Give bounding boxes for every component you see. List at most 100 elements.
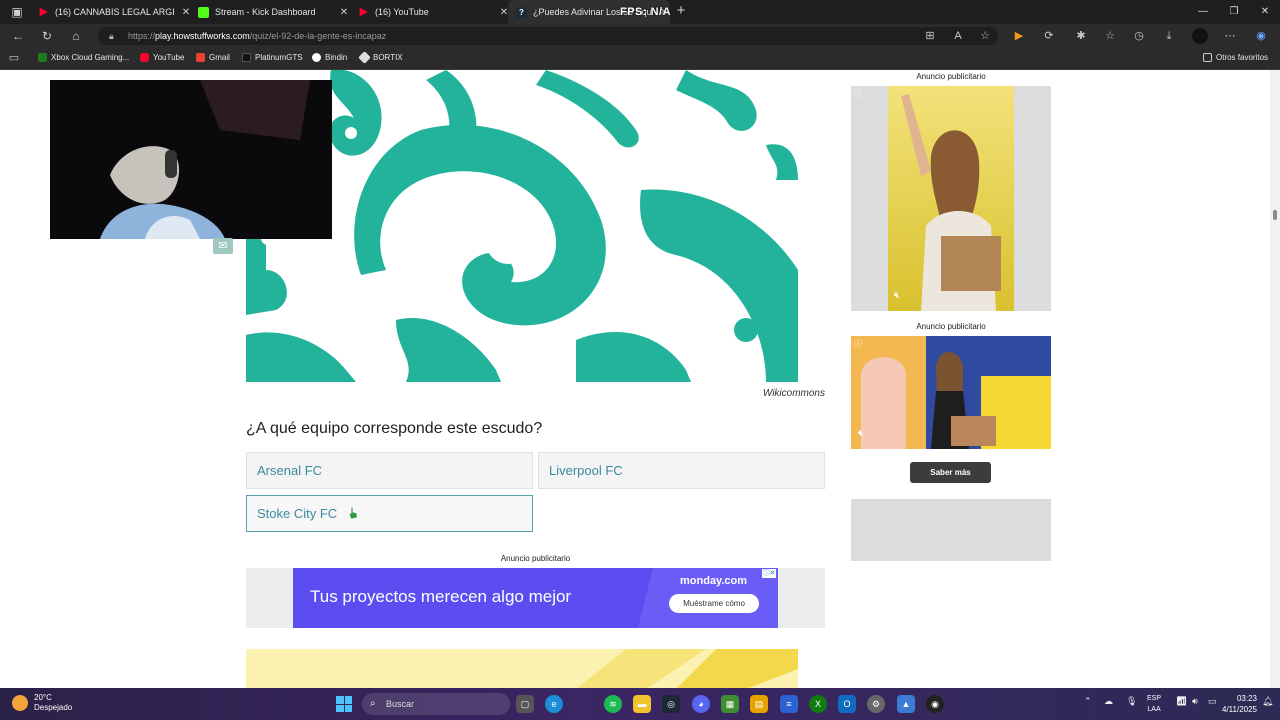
muted-icon[interactable]: 🔇︎ — [858, 428, 864, 439]
ad-label: Anuncio publicitario — [500, 554, 571, 563]
xbox-icon[interactable]: X — [809, 695, 827, 713]
windows-taskbar: 20°C Despejado ⌕ Buscar ▢ e ≋ ▬ ◎ ◕ ▦ ▤ … — [0, 688, 1280, 720]
extensions-puzzle-icon[interactable]: ✱ — [1073, 28, 1089, 44]
youtube-icon — [359, 7, 368, 17]
answer-option-liverpool[interactable]: Liverpool FC — [538, 452, 825, 489]
clock-time: 03:23 — [1236, 694, 1257, 703]
tab-1[interactable]: (16) CANNABIS LEGAL ARGENTINA ✕ — [30, 0, 192, 24]
bookmark-xbox[interactable]: Xbox Cloud Gaming... — [38, 53, 129, 62]
bookmark-bindin[interactable]: Bindin — [312, 53, 347, 62]
notepad-icon[interactable]: ≡ — [780, 695, 798, 713]
url-prefix: https:// — [128, 31, 156, 41]
bookmarks-bar: ▭ Xbox Cloud Gaming... YouTube Gmail Pla… — [0, 48, 1280, 70]
edge-icon[interactable]: e — [545, 695, 563, 713]
adchoices-icon[interactable]: ⓘ✕ — [762, 569, 776, 578]
folder-icon — [1203, 53, 1212, 62]
language-indicator[interactable]: ESP LAA — [1147, 693, 1161, 715]
page-scrollbar[interactable] — [1270, 70, 1280, 688]
play-extension-icon[interactable]: ▶ — [1011, 28, 1027, 44]
wifi-icon[interactable]: 📶︎ — [1176, 696, 1187, 707]
back-icon[interactable]: ← — [9, 28, 27, 44]
history-icon[interactable]: ◷ — [1131, 28, 1147, 44]
sidebar-toggle-icon[interactable]: ▭ — [6, 50, 22, 66]
reload-icon[interactable]: ↻ — [38, 28, 56, 44]
hand-cursor-icon — [348, 506, 358, 520]
volume-icon[interactable]: 🔊︎ — [1192, 696, 1198, 707]
monday-ad[interactable]: Tus proyectos merecen algo mejor monday.… — [293, 568, 778, 628]
bookmark-bortix[interactable]: BORTIX — [358, 51, 403, 64]
muted-icon[interactable]: 🔇︎ — [894, 290, 900, 301]
answer-option-stoke-city[interactable]: Stoke City FC — [246, 495, 533, 532]
downloads-icon[interactable]: ⤓ — [1161, 28, 1177, 44]
window-close-icon[interactable]: ✕ — [1250, 0, 1280, 24]
home-icon[interactable]: ⌂ — [67, 28, 85, 44]
minecraft-icon[interactable]: ▦ — [721, 695, 739, 713]
task-view-icon[interactable]: ▢ — [516, 695, 534, 713]
start-button[interactable] — [336, 696, 352, 712]
discord-icon[interactable]: ◕ — [692, 695, 710, 713]
ad-info-icon[interactable]: ⓘ — [854, 88, 862, 99]
new-tab-icon[interactable]: + — [672, 3, 690, 19]
bookmark-youtube[interactable]: YouTube — [140, 53, 184, 62]
obs-icon[interactable]: ◉ — [926, 695, 944, 713]
clock-date: 4/11/2025 — [1222, 705, 1257, 714]
tab-3[interactable]: (16) YouTube ✕ — [350, 0, 510, 24]
close-tab-icon[interactable]: ✕ — [338, 7, 350, 18]
search-icon: ⌕ — [370, 698, 376, 709]
other-favorites[interactable]: Otros favoritos — [1203, 53, 1268, 62]
xbox-icon — [38, 53, 47, 62]
banner-ad[interactable]: Tus proyectos merecen algo mejor monday.… — [246, 568, 825, 628]
answer-option-arsenal[interactable]: Arsenal FC — [246, 452, 533, 489]
battery-icon[interactable]: ▭ — [1208, 696, 1217, 707]
extension-icon[interactable]: ⟳ — [1041, 28, 1057, 44]
tab-title: (16) CANNABIS LEGAL ARGENTINA — [55, 7, 174, 17]
store-icon[interactable]: ▤ — [750, 695, 768, 713]
file-explorer-icon[interactable]: ▬ — [633, 695, 651, 713]
ad-info-icon[interactable]: ⓘ — [854, 338, 862, 349]
microphone-icon[interactable]: 🎙︎ — [1126, 696, 1137, 707]
app-available-icon[interactable]: ⊞ — [922, 28, 938, 44]
favorites-icon[interactable]: ☆ — [1102, 28, 1118, 44]
taskbar-search[interactable]: ⌕ Buscar — [362, 693, 510, 715]
next-quiz-image — [246, 649, 798, 688]
address-toolbar: ← ↻ ⌂ 🔒︎ https://play.howstuffworks.com/… — [0, 24, 1280, 48]
weather-widget[interactable]: 20°C Despejado — [12, 693, 72, 713]
gmail-icon — [196, 53, 205, 62]
side-video-ad-1[interactable]: ⓘ 🔇︎ — [851, 86, 1051, 311]
youtube-icon — [39, 7, 48, 17]
system-clock[interactable]: 03:23 4/11/2025 — [1222, 693, 1257, 715]
favorite-star-icon[interactable]: ☆ — [977, 28, 993, 44]
youtube-icon — [140, 53, 149, 62]
scrollbar-thumb[interactable] — [1273, 210, 1277, 220]
more-menu-icon[interactable]: ⋯ — [1222, 28, 1238, 44]
url-field[interactable]: 🔒︎ https://play.howstuffworks.com/quiz/e… — [98, 27, 998, 45]
restore-icon[interactable]: ❐ — [1219, 0, 1249, 24]
learn-more-button[interactable]: Saber más — [910, 462, 991, 483]
search-placeholder: Buscar — [386, 699, 415, 709]
ad-cta-button[interactable]: Muéstrame cómo — [669, 594, 759, 613]
photos-icon[interactable]: ▲ — [897, 695, 915, 713]
mail-icon[interactable]: ✉ — [213, 238, 233, 254]
bookmark-platinumgts[interactable]: PlatinumGTS — [242, 53, 303, 62]
bookmark-gmail[interactable]: Gmail — [196, 53, 230, 62]
copilot-icon[interactable]: ◉ — [1253, 28, 1269, 44]
read-aloud-icon[interactable]: A — [950, 28, 966, 44]
notifications-icon[interactable]: 🔔︎ — [1262, 696, 1273, 707]
settings-gear-icon[interactable]: ⚙ — [867, 695, 885, 713]
side-ad-label-2: Anuncio publicitario — [916, 322, 986, 331]
weather-condition: Despejado — [34, 703, 73, 712]
tab-actions-icon[interactable]: ▣ — [8, 4, 26, 20]
onedrive-icon[interactable]: ☁ — [1104, 696, 1113, 707]
url-host: play.howstuffworks.com — [155, 31, 250, 41]
tab-2[interactable]: Stream - Kick Dashboard ✕ — [190, 0, 350, 24]
url-path: /quiz/el-92-de-la-gente-es-incapaz — [249, 31, 387, 41]
ad-headline: Tus proyectos merecen algo mejor — [310, 587, 572, 606]
outlook-icon[interactable]: O — [838, 695, 856, 713]
minimize-icon[interactable]: — — [1188, 0, 1218, 24]
steam-icon[interactable]: ◎ — [662, 695, 680, 713]
tray-overflow-icon[interactable]: ⌃ — [1084, 696, 1092, 707]
spotify-icon[interactable]: ≋ — [604, 695, 622, 713]
profile-avatar[interactable] — [1192, 28, 1208, 44]
side-video-ad-2[interactable]: ⓘ 🔇︎ Saber más — [851, 336, 1051, 561]
page-viewport: Wikicommons ¿A qué equipo corresponde es… — [0, 70, 1270, 688]
